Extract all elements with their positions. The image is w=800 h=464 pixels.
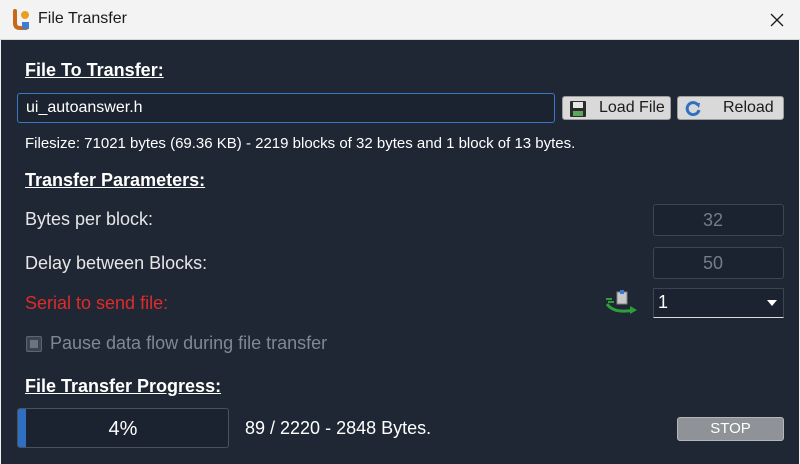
load-file-label: Load File xyxy=(599,99,665,116)
reload-button[interactable]: Reload xyxy=(677,96,784,120)
chevron-down-icon xyxy=(767,300,777,306)
serial-port-value: 1 xyxy=(658,292,669,312)
window-title: File Transfer xyxy=(38,10,127,27)
close-icon xyxy=(770,13,784,27)
main-panel: File To Transfer: Load File Reload Files… xyxy=(1,40,799,464)
progress-status: 89 / 2220 - 2848 Bytes. xyxy=(245,418,432,438)
progress-section-title: File Transfer Progress: xyxy=(25,376,222,396)
params-section-title: Transfer Parameters: xyxy=(25,170,206,190)
reload-label: Reload xyxy=(723,99,774,116)
serial-send-icon xyxy=(605,290,637,314)
load-file-button[interactable]: Load File xyxy=(562,96,671,120)
title-bar: File Transfer xyxy=(0,0,800,40)
checkbox-check-mark xyxy=(30,340,38,348)
filesize-info: Filesize: 71021 bytes (69.36 KB) - 2219 … xyxy=(25,135,576,152)
delay-label: Delay between Blocks: xyxy=(25,253,208,273)
pause-data-flow-label: Pause data flow during file transfer xyxy=(50,333,328,353)
transfer-progress-bar: 4% xyxy=(17,408,229,448)
refresh-icon xyxy=(685,101,701,117)
pause-data-flow-checkbox[interactable] xyxy=(26,336,42,352)
bytes-per-block-field[interactable]: 32 xyxy=(653,204,784,236)
delay-field[interactable]: 50 xyxy=(653,247,784,279)
progress-percent: 4% xyxy=(108,418,138,440)
stop-button[interactable]: STOP xyxy=(677,417,784,441)
serial-label: Serial to send file: xyxy=(25,293,169,313)
serial-port-select[interactable]: 1 xyxy=(653,288,784,318)
bytes-per-block-label: Bytes per block: xyxy=(25,209,154,229)
file-section-title: File To Transfer: xyxy=(25,60,164,80)
file-path-input[interactable] xyxy=(17,93,555,123)
floppy-disk-icon xyxy=(570,101,586,117)
close-button[interactable] xyxy=(754,0,800,40)
file-transfer-app-icon xyxy=(13,9,29,30)
